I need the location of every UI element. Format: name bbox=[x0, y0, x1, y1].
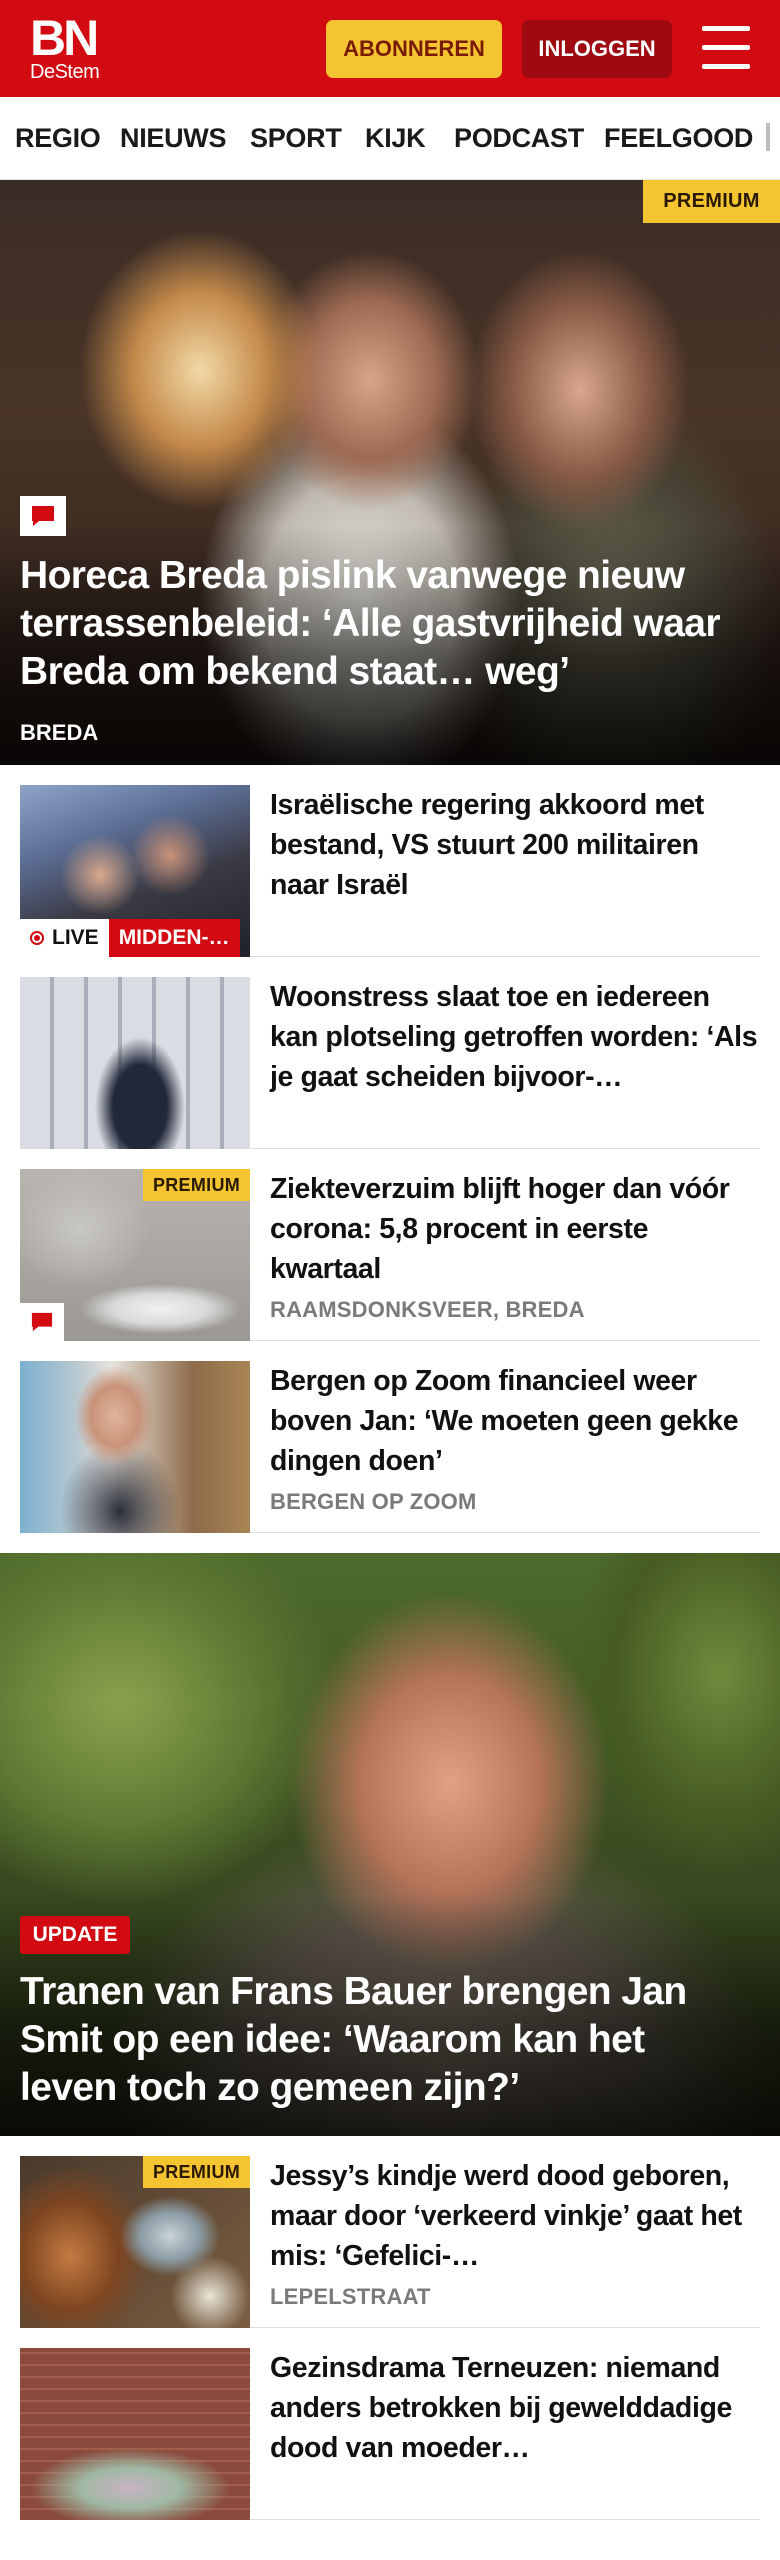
nav-item-regio[interactable]: REGIO bbox=[15, 123, 101, 154]
login-button[interactable]: INLOGGEN bbox=[522, 20, 672, 78]
list-item[interactable]: Gezinsdrama Terneuzen: niemand anders be… bbox=[20, 2348, 760, 2520]
nav-item-podcast[interactable]: PODCAST bbox=[454, 123, 584, 154]
article-location-label: RAAMSDONKSVEER, BREDA bbox=[270, 1297, 585, 1322]
article-title[interactable]: Woonstress slaat toe en iedereen kan plo… bbox=[270, 977, 760, 1097]
logo-sub-text: DeStem bbox=[30, 61, 100, 83]
hero-title[interactable]: Horeca Breda pislink vanwege nieuw terra… bbox=[20, 552, 740, 696]
hamburger-menu-icon[interactable] bbox=[700, 24, 752, 72]
article-location-label: LEPELSTRAAT bbox=[270, 2284, 431, 2309]
premium-badge: PREMIUM bbox=[143, 2156, 250, 2188]
article-title[interactable]: Jessy’s kindje werd dood geboren, maar d… bbox=[270, 2156, 760, 2276]
site-logo[interactable]: BN DeStem bbox=[30, 10, 110, 84]
article-thumbnail: PREMIUM bbox=[20, 2156, 250, 2328]
article-title[interactable]: Israëlische regering akkoord met bestand… bbox=[270, 785, 760, 905]
comment-bubble-icon bbox=[20, 496, 66, 536]
nav-item-kijk[interactable]: KIJK bbox=[365, 123, 426, 154]
nav-item-feelgood[interactable]: FEELGOOD bbox=[604, 123, 753, 154]
article-title[interactable]: Ziekteverzuim blijft hoger dan vóór coro… bbox=[270, 1169, 760, 1289]
nav-item-sport[interactable]: SPORT bbox=[250, 123, 342, 154]
article-title[interactable]: Gezinsdrama Terneuzen: niemand anders be… bbox=[270, 2348, 760, 2468]
logo-main-text: BN bbox=[30, 10, 99, 66]
live-category-label: MIDDEN-… bbox=[108, 919, 240, 957]
list-item[interactable]: PREMIUM Jessy’s kindje werd dood geboren… bbox=[20, 2156, 760, 2328]
update-badge: UPDATE bbox=[20, 1916, 130, 1954]
article-thumbnail: LIVE MIDDEN-… bbox=[20, 785, 250, 957]
section-nav: REGIO NIEUWS SPORT KIJK PODCAST FEELGOOD bbox=[0, 97, 780, 180]
live-bar: LIVE MIDDEN-… bbox=[20, 919, 240, 957]
article-thumbnail bbox=[20, 1361, 250, 1533]
list-item[interactable]: Bergen op Zoom financieel weer boven Jan… bbox=[20, 1361, 760, 1533]
article-thumbnail: PREMIUM bbox=[20, 1169, 250, 1341]
list-item[interactable]: Woonstress slaat toe en iedereen kan plo… bbox=[20, 977, 760, 1149]
hero-title[interactable]: Tranen van Frans Bauer brengen Jan Smit … bbox=[20, 1968, 740, 2112]
live-tag: LIVE bbox=[20, 919, 109, 957]
live-dot-icon bbox=[30, 931, 44, 945]
hero-article-frans-bauer[interactable]: UPDATE Tranen van Frans Bauer brengen Ja… bbox=[0, 1553, 780, 2136]
premium-badge: PREMIUM bbox=[143, 1169, 250, 1201]
article-thumbnail bbox=[20, 977, 250, 1149]
nav-overflow-indicator bbox=[766, 123, 770, 151]
list-item[interactable]: LIVE MIDDEN-… Israëlische regering akkoo… bbox=[20, 785, 760, 957]
subscribe-button[interactable]: ABONNEREN bbox=[326, 20, 502, 78]
comment-bubble-icon bbox=[20, 1303, 64, 1341]
top-header: BN DeStem ABONNEREN INLOGGEN bbox=[0, 0, 780, 97]
article-location-label: BERGEN OP ZOOM bbox=[270, 1489, 477, 1514]
hero-location-label: BREDA bbox=[20, 720, 99, 745]
live-label: LIVE bbox=[52, 926, 99, 949]
hero-article-horeca[interactable]: PREMIUM Horeca Breda pislink vanwege nie… bbox=[0, 180, 780, 765]
list-item[interactable]: PREMIUM Ziekteverzuim blijft hoger dan v… bbox=[20, 1169, 760, 1341]
article-title[interactable]: Bergen op Zoom financieel weer boven Jan… bbox=[270, 1361, 760, 1481]
premium-badge: PREMIUM bbox=[643, 180, 780, 223]
nav-item-nieuws[interactable]: NIEUWS bbox=[120, 123, 227, 154]
article-thumbnail bbox=[20, 2348, 250, 2520]
